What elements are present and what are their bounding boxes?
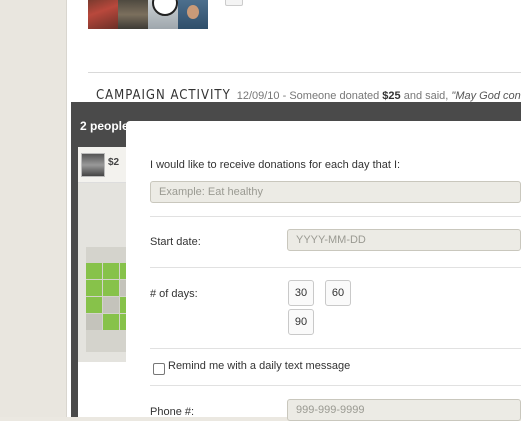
calendar-cell bbox=[103, 314, 119, 330]
calendar-cell bbox=[86, 280, 102, 296]
supporter-photo[interactable] bbox=[118, 0, 148, 29]
days-option-30[interactable]: 30 bbox=[288, 280, 314, 306]
campaign-activity-heading: CAMPAIGN ACTIVITY bbox=[96, 88, 231, 103]
activity-date: 12/09/10 bbox=[236, 90, 280, 102]
start-date-input[interactable]: YYYY-MM-DD bbox=[287, 229, 521, 251]
days-option-60[interactable]: 60 bbox=[325, 280, 351, 306]
activity-text-middle: and said, bbox=[400, 90, 452, 102]
phone-input[interactable]: 999-999-9999 bbox=[287, 399, 521, 421]
intro-label: I would like to receive donations for ea… bbox=[150, 159, 401, 171]
face-shape bbox=[187, 5, 199, 19]
days-option-90[interactable]: 90 bbox=[288, 309, 314, 335]
form-divider bbox=[150, 385, 521, 386]
supporter-photos bbox=[88, 0, 208, 29]
calendar-cell bbox=[86, 297, 102, 313]
donation-form-dialog: I would like to receive donations for ea… bbox=[126, 121, 521, 421]
calendar-cell bbox=[86, 263, 102, 279]
start-date-label: Start date: bbox=[150, 236, 201, 248]
form-divider bbox=[150, 267, 521, 268]
calendar-cell bbox=[103, 263, 119, 279]
supporter-photo[interactable] bbox=[178, 0, 208, 29]
section-divider bbox=[88, 72, 521, 73]
calendar-cell bbox=[103, 297, 119, 313]
form-divider bbox=[150, 216, 521, 217]
form-divider bbox=[150, 348, 521, 349]
activity-text-prefix: - Someone donated bbox=[279, 90, 383, 102]
goal-input[interactable]: Example: Eat healthy bbox=[150, 181, 521, 203]
donor-amount: $2 bbox=[108, 157, 120, 168]
activity-amount: $25 bbox=[382, 90, 401, 102]
page-background-left bbox=[0, 0, 66, 417]
donor-avatar bbox=[81, 153, 105, 177]
days-label: # of days: bbox=[150, 288, 198, 300]
supporter-photo[interactable] bbox=[88, 0, 118, 29]
remind-checkbox[interactable] bbox=[153, 363, 165, 375]
calendar-cell bbox=[86, 314, 102, 330]
remind-label[interactable]: Remind me with a daily text message bbox=[168, 360, 350, 372]
small-button[interactable] bbox=[225, 0, 243, 6]
overlay-title: 2 people bbox=[80, 119, 129, 133]
activity-quote: "May God continue bbox=[451, 90, 521, 102]
calendar-cell bbox=[103, 280, 119, 296]
speech-bubble-icon bbox=[152, 0, 178, 16]
supporter-photo[interactable] bbox=[148, 0, 178, 29]
phone-label: Phone #: bbox=[150, 406, 195, 418]
campaign-activity: CAMPAIGN ACTIVITY 12/09/10 - Someone dona… bbox=[96, 88, 521, 103]
